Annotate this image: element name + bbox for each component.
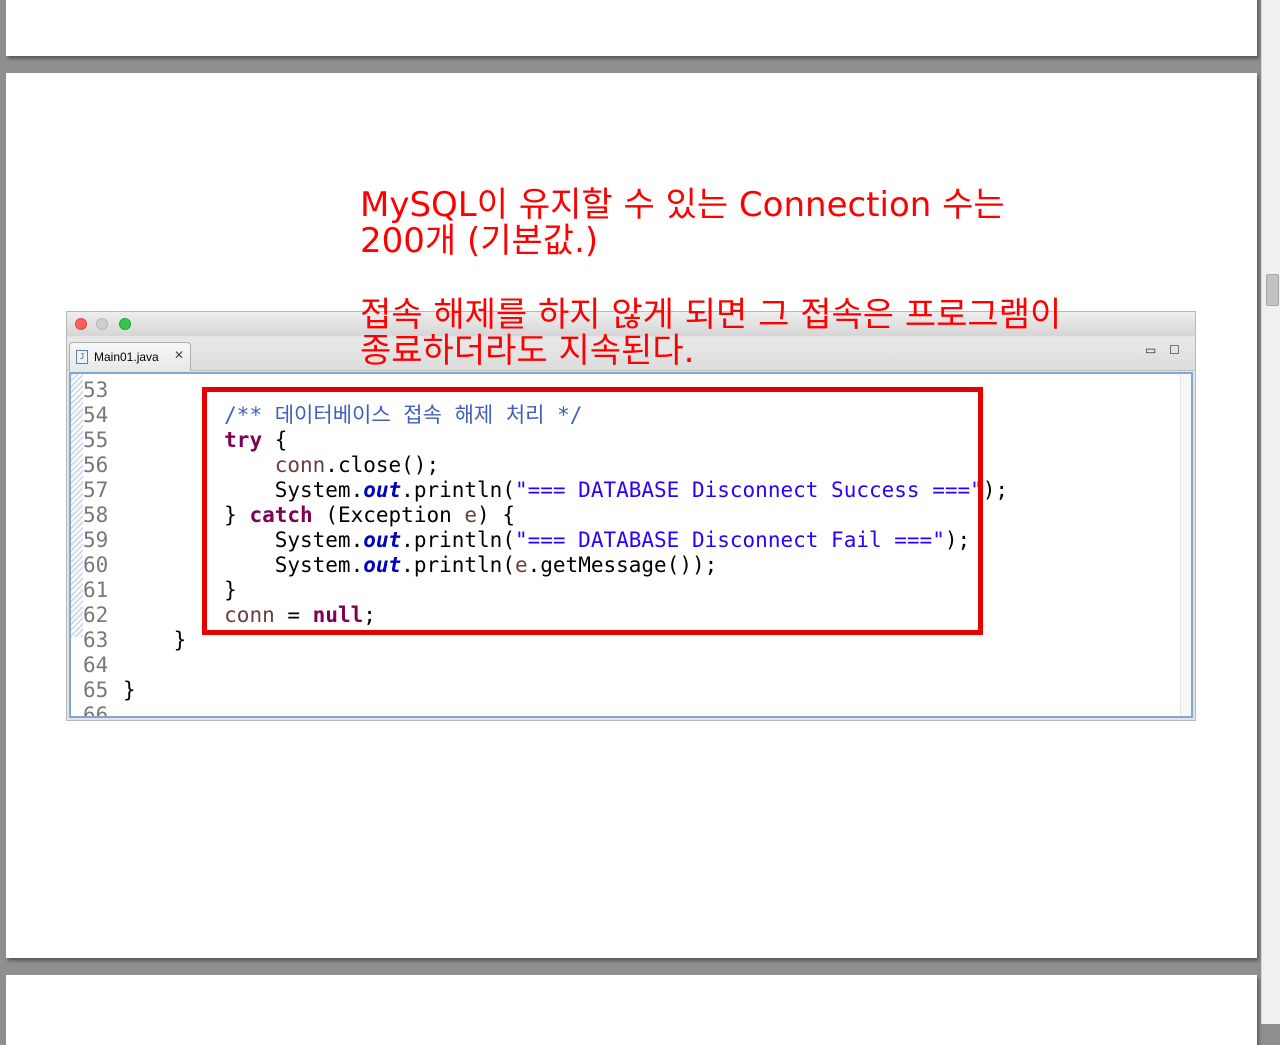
annotation-connection-limit: MySQL이 유지할 수 있는 Connection 수는 200개 (기본값.… [360, 185, 1005, 261]
close-window-button[interactable] [75, 318, 87, 330]
quick-diff-ruler [71, 374, 83, 637]
line-number: 53 [83, 378, 109, 402]
document-page-previous [6, 0, 1257, 56]
line-number: 66 [83, 703, 109, 718]
java-file-icon: J [76, 350, 88, 364]
line-number: 57 [83, 478, 109, 502]
annotation-connection-persist: 접속 해제를 하지 않게 되면 그 접속은 프로그램이 종료하더라도 지속된다. [360, 295, 1062, 371]
line-number: 64 [83, 653, 109, 677]
code-token: } [173, 628, 187, 652]
code-token: ); [982, 478, 1009, 502]
scrollbar-thumb[interactable] [1266, 274, 1279, 306]
minimize-window-button[interactable] [96, 318, 108, 330]
line-number: 62 [83, 603, 109, 627]
document-page-next [6, 975, 1257, 1045]
line-number: 63 [83, 628, 109, 652]
maximize-view-icon[interactable]: ☐ [1169, 343, 1180, 357]
line-number: 61 [83, 578, 109, 602]
line-number: 55 [83, 428, 109, 452]
line-number: 60 [83, 553, 109, 577]
line-number: 65 [83, 678, 109, 702]
highlight-box [202, 387, 983, 635]
line-number: 54 [83, 403, 109, 427]
code-token: } [123, 678, 136, 702]
vertical-scrollbar[interactable] [1261, 0, 1280, 1024]
code-text: } [123, 678, 136, 703]
line-number: 58 [83, 503, 109, 527]
code-text: } [123, 628, 187, 653]
minimize-view-icon[interactable]: ▭ [1145, 343, 1156, 357]
line-number: 59 [83, 528, 109, 552]
zoom-window-button[interactable] [119, 318, 131, 330]
editor-tab-main01[interactable]: J Main01.java ✕ [69, 342, 191, 371]
editor-tab-label: Main01.java [94, 350, 159, 364]
line-number: 56 [83, 453, 109, 477]
overview-ruler [1180, 374, 1191, 716]
close-tab-icon[interactable]: ✕ [174, 348, 184, 362]
